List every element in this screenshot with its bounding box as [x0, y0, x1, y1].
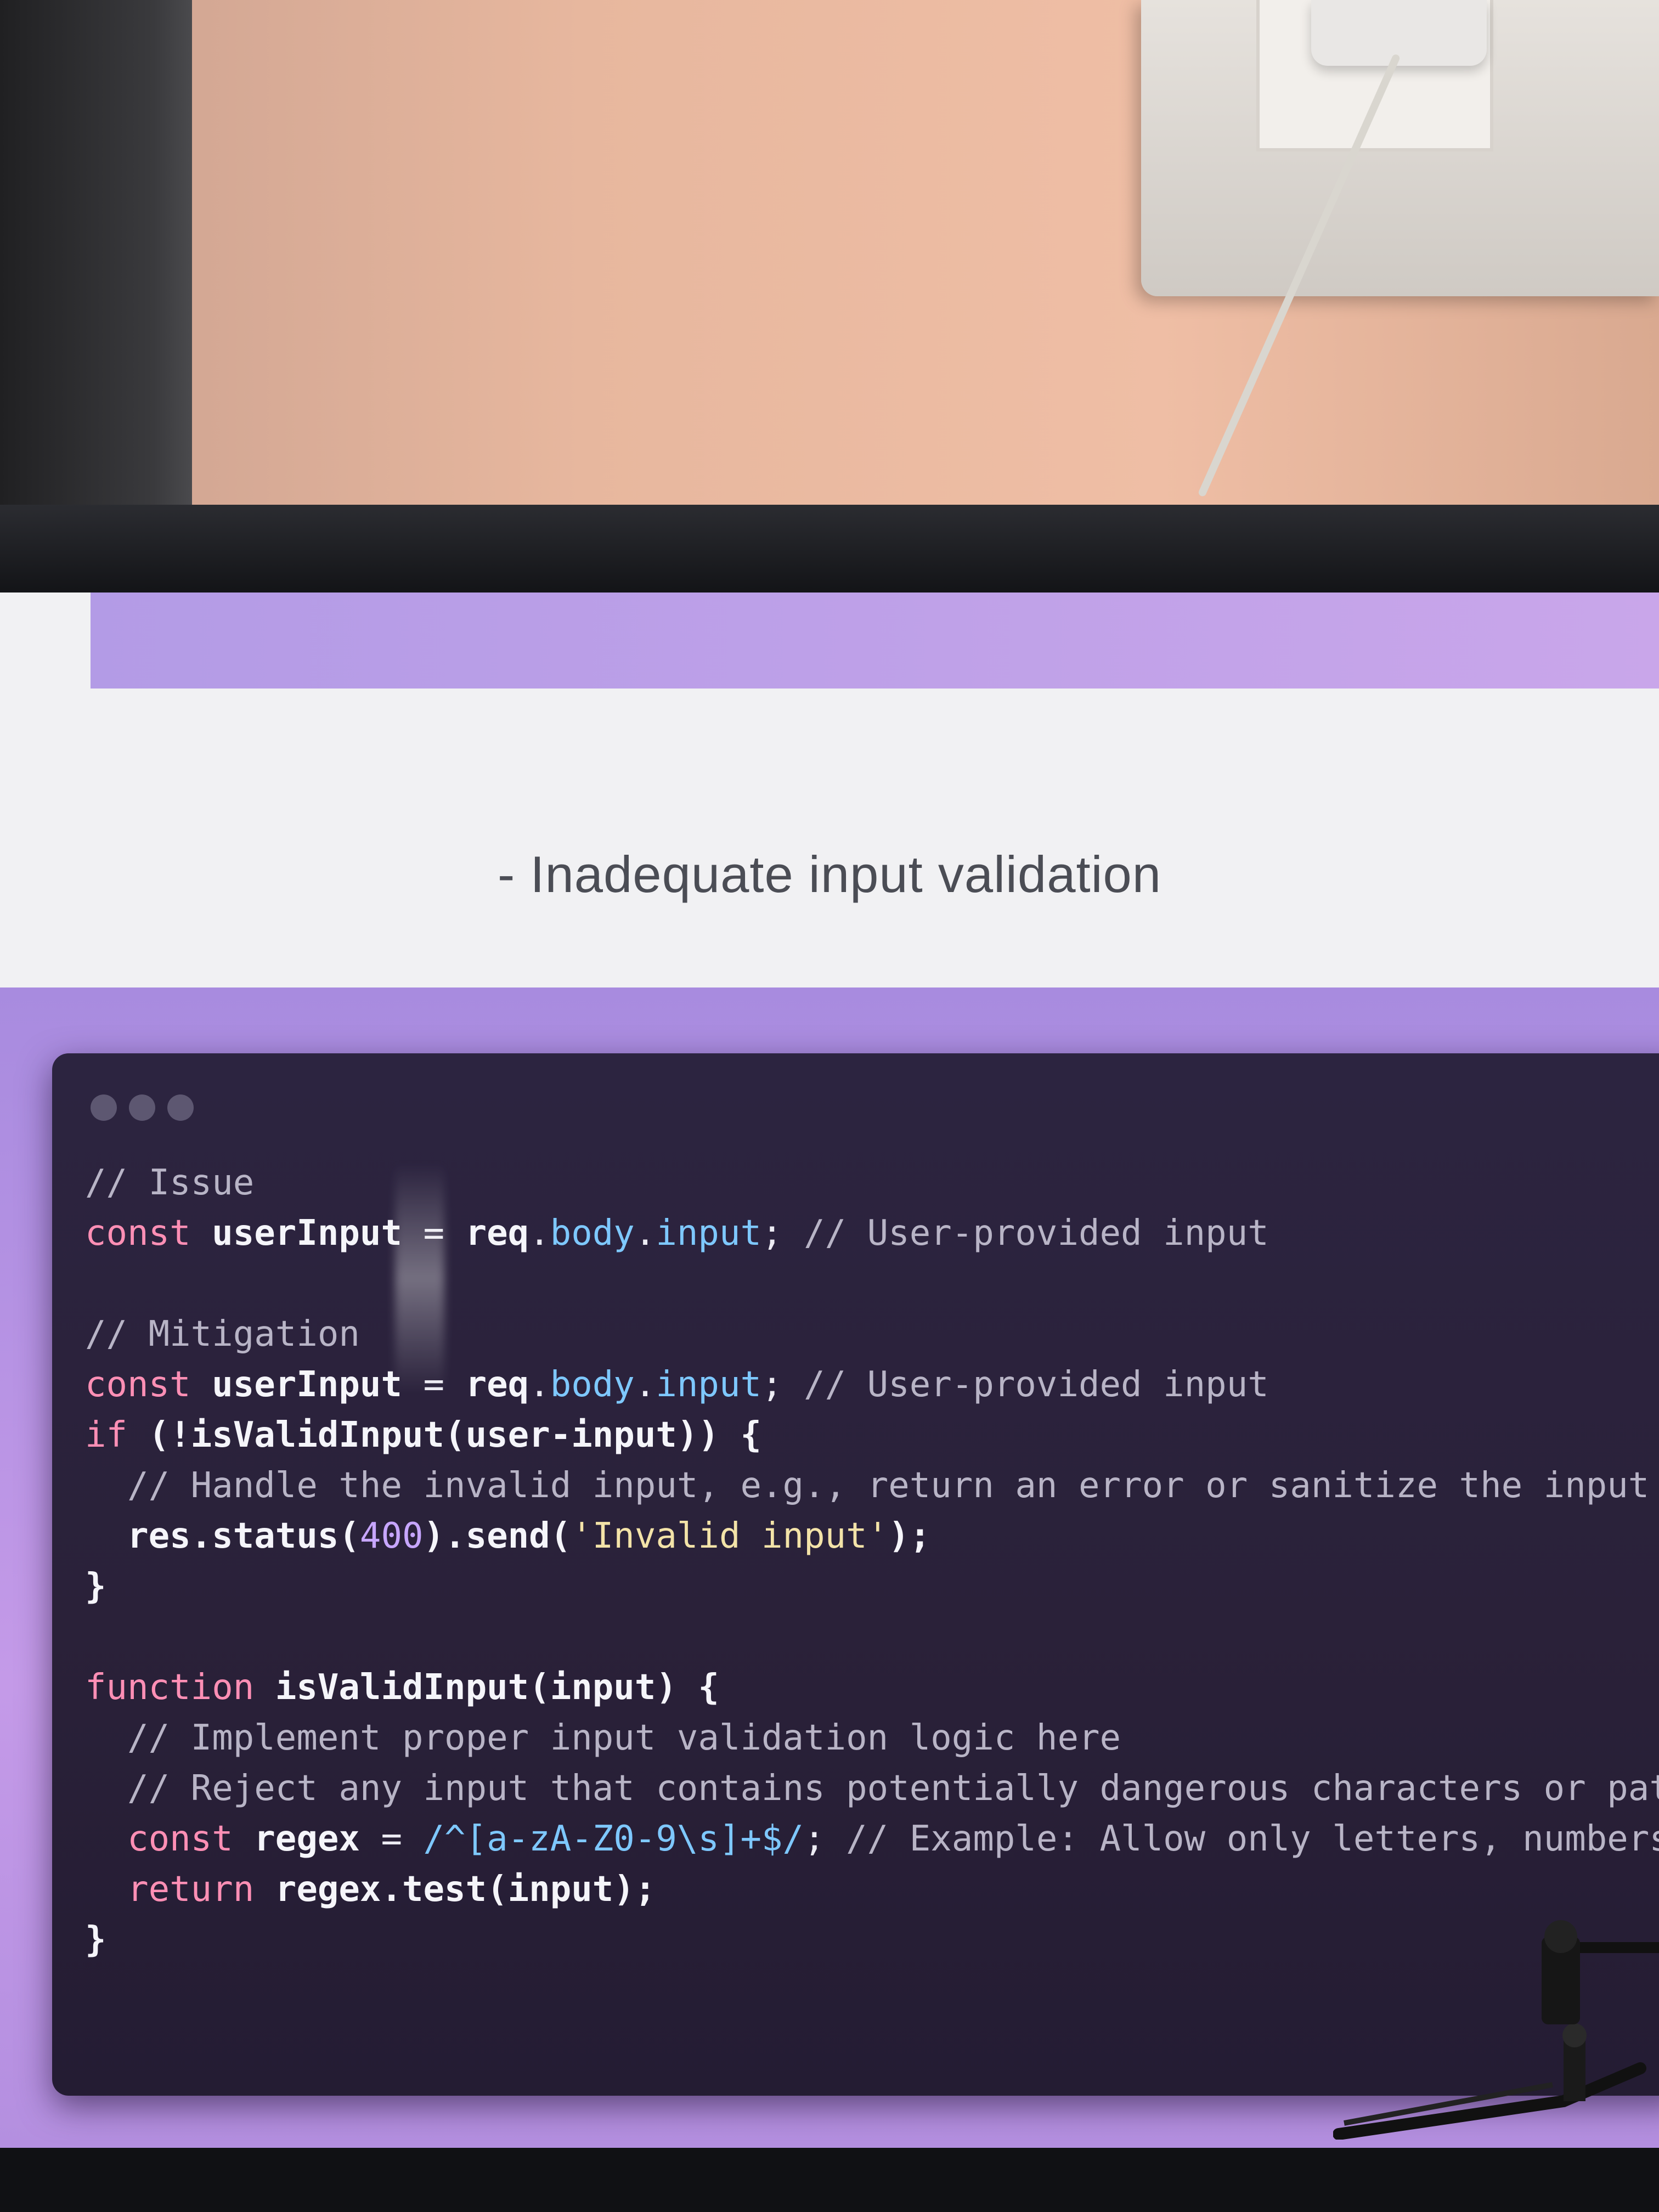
slide-bullet-text: - Inadequate input validation [497, 845, 1162, 903]
monitor-bezel-top [0, 505, 1659, 603]
code-token: input [656, 1213, 761, 1254]
code-token: // Mitigation [85, 1314, 360, 1355]
code-token: if [85, 1415, 149, 1455]
code-token: // Implement proper input validation log… [85, 1718, 1121, 1758]
code-token: . [634, 1364, 656, 1405]
code-token: . [529, 1213, 550, 1254]
code-line: // Reject any input that contains potent… [85, 1763, 1659, 1814]
code-token: = [359, 1819, 424, 1859]
window-dot-icon [91, 1094, 117, 1121]
code-token: // User-provided input [804, 1364, 1269, 1405]
code-token: const [85, 1213, 212, 1254]
code-token: } [85, 1566, 106, 1607]
code-token: // Issue [85, 1163, 255, 1203]
window-dot-icon [129, 1094, 155, 1121]
microphone-arm-icon [1333, 1920, 1659, 2140]
code-line: // Mitigation [85, 1309, 1659, 1359]
code-token: ).send( [423, 1516, 572, 1556]
code-line: // Implement proper input validation log… [85, 1713, 1659, 1763]
code-token: // Handle the invalid input, e.g., retur… [85, 1465, 1650, 1506]
code-line: res.status(400).send('Invalid input'); [85, 1511, 1659, 1561]
code-token: req [465, 1213, 529, 1254]
code-token: req [465, 1364, 529, 1405]
code-token: const [85, 1819, 255, 1859]
code-token: /^[a-zA-Z0-9\s]+$/ [423, 1819, 804, 1859]
code-line: if (!isValidInput(user-input)) { [85, 1410, 1659, 1460]
code-line: function isValidInput(input) { [85, 1662, 1659, 1713]
code-line: const regex = /^[a-zA-Z0-9\s]+$/; // Exa… [85, 1814, 1659, 1864]
code-token: function [85, 1667, 275, 1708]
code-token: . [529, 1364, 550, 1405]
monitor-bezel-bottom [0, 2148, 1659, 2212]
code-token: isValidInput(input) { [275, 1667, 719, 1708]
code-token: regex [254, 1819, 360, 1859]
code-line: const userInput = req.body.input; // Use… [85, 1208, 1659, 1259]
code-block: // Issueconst userInput = req.body.input… [85, 1158, 1659, 1965]
code-token: res.status( [85, 1516, 360, 1556]
code-token: body [550, 1364, 635, 1405]
code-token: const [85, 1364, 212, 1405]
code-token: userInput [212, 1364, 402, 1405]
window-controls [91, 1094, 194, 1121]
code-token: ; [761, 1364, 804, 1405]
code-token: userInput [212, 1213, 402, 1254]
code-line: // Issue [85, 1158, 1659, 1208]
screen-glare [395, 1163, 444, 1393]
code-token: (!isValidInput(user-input)) { [148, 1415, 761, 1455]
code-token: ; [761, 1213, 804, 1254]
code-token: regex.test(input); [275, 1869, 656, 1910]
code-line: const userInput = req.body.input; // Use… [85, 1359, 1659, 1410]
code-token: return [85, 1869, 275, 1910]
side-monitor [0, 0, 192, 505]
slide-header-band [91, 592, 1659, 689]
code-token: ); [888, 1516, 931, 1556]
code-token: 'Invalid input' [571, 1516, 889, 1556]
code-line: } [85, 1561, 1659, 1612]
code-token: } [85, 1920, 106, 1960]
code-token: ; [804, 1819, 847, 1859]
code-token: 400 [359, 1516, 424, 1556]
code-token: // Reject any input that contains potent… [85, 1768, 1659, 1809]
code-token: body [550, 1213, 635, 1254]
code-token: // Example: Allow only letters, numbers, [846, 1819, 1659, 1859]
code-token: input [656, 1364, 761, 1405]
window-dot-icon [167, 1094, 194, 1121]
code-token: . [634, 1213, 656, 1254]
code-token: // User-provided input [804, 1213, 1269, 1254]
code-line: // Handle the invalid input, e.g., retur… [85, 1460, 1659, 1511]
